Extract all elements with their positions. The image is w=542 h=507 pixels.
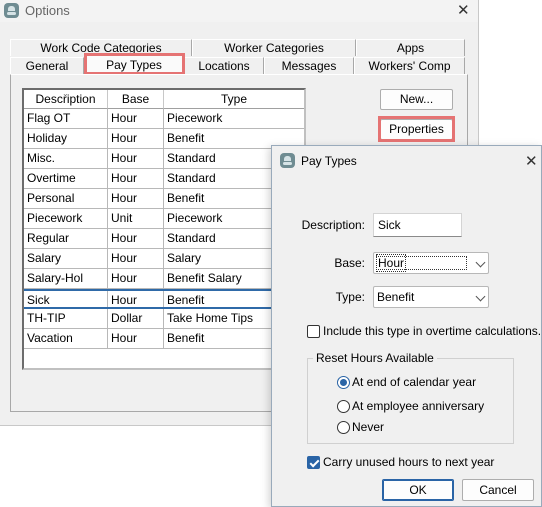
table-row[interactable]: Piecework Unit Piecework — [24, 209, 304, 229]
cell-description: Vacation — [24, 329, 108, 348]
cell-description: Salary-Hol — [24, 269, 108, 288]
tab-locations[interactable]: Locations — [184, 57, 264, 74]
table-row[interactable]: Sick Hour Benefit — [24, 289, 304, 309]
tab-worker-categories[interactable]: Worker Categories — [192, 39, 356, 56]
cell-description: Regular — [24, 229, 108, 248]
table-row[interactable]: Salary-Hol Hour Benefit Salary — [24, 269, 304, 289]
chevron-down-icon — [475, 257, 486, 268]
overtime-checkbox[interactable] — [307, 325, 320, 338]
cell-base: Hour — [108, 229, 164, 248]
cell-base: Hour — [108, 291, 164, 307]
table-row[interactable]: TH-TIP Dollar Take Home Tips — [24, 309, 304, 329]
pay-types-grid[interactable]: Description ⌄ Base Type Flag OT Hour Piece… — [22, 88, 306, 370]
base-label: Base: — [334, 256, 365, 270]
tab-workers-comp[interactable]: Workers' Comp — [354, 57, 465, 74]
cancel-button[interactable]: Cancel — [462, 479, 534, 501]
cell-description: Sick — [24, 291, 108, 307]
ok-button[interactable]: OK — [382, 479, 454, 501]
close-icon[interactable]: ✕ — [457, 3, 470, 18]
cell-description: Overtime — [24, 169, 108, 188]
users-icon — [4, 3, 19, 18]
cell-base: Hour — [108, 169, 164, 188]
table-row[interactable]: Overtime Hour Standard — [24, 169, 304, 189]
radio-employee-anniversary-label[interactable]: At employee anniversary — [352, 399, 484, 413]
tab-general[interactable]: General — [10, 57, 84, 74]
cell-base: Hour — [108, 249, 164, 268]
description-field[interactable]: Sick — [373, 213, 462, 237]
radio-employee-anniversary[interactable] — [337, 400, 350, 413]
cell-description: Flag OT — [24, 109, 108, 128]
radio-end-of-calendar-year[interactable] — [337, 376, 350, 389]
overtime-checkbox-label[interactable]: Include this type in overtime calculatio… — [323, 324, 541, 338]
type-select[interactable]: Benefit — [373, 286, 489, 308]
sort-indicator-icon: ⌄ — [62, 89, 69, 98]
pay-types-tab-highlight — [84, 53, 185, 75]
cell-description: TH-TIP — [24, 309, 108, 328]
properties-button-highlight — [378, 116, 455, 142]
cell-type: Piecework — [167, 111, 223, 125]
radio-never[interactable] — [337, 421, 350, 434]
cell-base: Hour — [108, 149, 164, 168]
cell-description: Piecework — [24, 209, 108, 228]
radio-never-label[interactable]: Never — [352, 420, 384, 434]
close-icon[interactable]: ✕ — [525, 154, 538, 169]
cell-description: Holiday — [24, 129, 108, 148]
window-title: Options — [25, 3, 70, 18]
cell-base: Hour — [108, 109, 164, 128]
table-row[interactable]: Vacation Hour Benefit — [24, 329, 304, 349]
tab-apps[interactable]: Apps — [356, 39, 465, 56]
new-button[interactable]: New... — [380, 89, 453, 110]
title-bar: Options ✕ — [0, 0, 478, 22]
column-header-base[interactable]: Base — [108, 90, 164, 109]
cell-base: Hour — [108, 189, 164, 208]
radio-end-of-calendar-year-label[interactable]: At end of calendar year — [352, 375, 476, 389]
cell-base: Unit — [108, 209, 164, 228]
cell-description: Misc. — [24, 149, 108, 168]
type-label: Type: — [335, 290, 365, 304]
cell-description: Salary — [24, 249, 108, 268]
cell-description: Personal — [24, 189, 108, 208]
table-row[interactable]: Personal Hour Benefit — [24, 189, 304, 209]
dialog-title: Pay Types — [301, 154, 357, 168]
tab-messages[interactable]: Messages — [264, 57, 354, 74]
type-select-value: Benefit — [377, 290, 415, 304]
table-row[interactable]: Holiday Hour Benefit — [24, 129, 304, 149]
carry-unused-checkbox-label[interactable]: Carry unused hours to next year — [323, 455, 494, 469]
cell-base: Dollar — [108, 309, 164, 328]
cell-base: Hour — [108, 269, 164, 288]
chevron-down-icon — [475, 291, 486, 302]
table-row[interactable]: Salary Hour Salary — [24, 249, 304, 269]
column-header-description[interactable]: Description ⌄ — [24, 90, 108, 109]
column-header-type[interactable]: Type — [164, 90, 304, 109]
users-icon — [280, 153, 295, 168]
description-label: Description: — [301, 218, 365, 232]
table-row[interactable]: Flag OT Hour Piecework — [24, 109, 304, 129]
cell-base: Hour — [108, 329, 164, 348]
cell-base: Hour — [108, 129, 164, 148]
carry-unused-checkbox[interactable] — [307, 456, 320, 469]
table-row[interactable]: Regular Hour Standard — [24, 229, 304, 249]
reset-hours-group-title: Reset Hours Available — [313, 351, 437, 365]
table-row[interactable]: Misc. Hour Standard — [24, 149, 304, 169]
base-focus-rect — [376, 256, 467, 270]
